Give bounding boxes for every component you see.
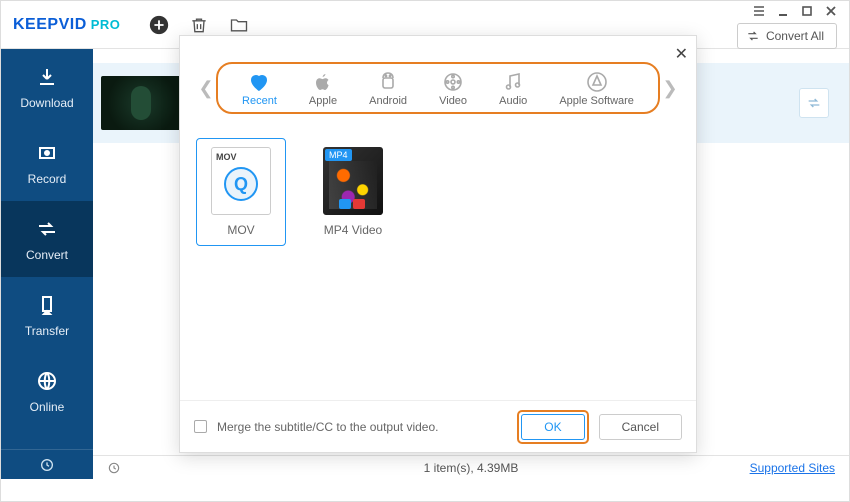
- toolbar-buttons: [148, 14, 250, 36]
- sidebar-item-label: Online: [30, 400, 65, 414]
- mov-thumb: Q: [211, 147, 271, 215]
- sidebar-item-online[interactable]: Online: [1, 353, 93, 429]
- category-recent[interactable]: Recent: [242, 70, 277, 107]
- audio-icon: [499, 70, 527, 94]
- format-mp4[interactable]: MP4 Video: [308, 138, 398, 246]
- menu-icon[interactable]: [751, 3, 767, 19]
- ok-highlight: OK: [517, 410, 588, 444]
- sidebar-item-record[interactable]: Record: [1, 125, 93, 201]
- apple-icon: [309, 70, 337, 94]
- format-grid: Q MOV MP4 Video: [196, 138, 680, 246]
- category-label: Apple Software: [559, 95, 634, 107]
- sidebar-item-label: Record: [28, 172, 67, 186]
- row-convert-button[interactable]: [799, 88, 829, 118]
- category-apple[interactable]: Apple: [309, 70, 337, 107]
- format-label: MOV: [227, 223, 254, 237]
- sidebar-item-label: Convert: [26, 248, 68, 262]
- supported-sites-link[interactable]: Supported Sites: [750, 461, 835, 475]
- merge-subtitle-checkbox[interactable]: [194, 420, 207, 433]
- format-label: MP4 Video: [324, 223, 382, 237]
- window-controls: [751, 3, 839, 19]
- modal-footer: Merge the subtitle/CC to the output vide…: [180, 400, 696, 452]
- carousel-prev-icon[interactable]: ❮: [196, 78, 216, 99]
- sidebar-footer: [1, 449, 93, 479]
- maximize-icon[interactable]: [799, 3, 815, 19]
- logo-text-2: PRO: [91, 17, 121, 32]
- format-modal: ✕ ❮ Recent Apple Android Video Audio: [179, 35, 697, 453]
- category-video[interactable]: Video: [439, 70, 467, 107]
- mp4-thumb: [323, 147, 383, 215]
- category-audio[interactable]: Audio: [499, 70, 527, 107]
- ok-button[interactable]: OK: [521, 414, 584, 440]
- category-label: Audio: [499, 95, 527, 107]
- close-icon[interactable]: [823, 3, 839, 19]
- status-bar: 1 item(s), 4.39MB Supported Sites: [93, 455, 849, 479]
- category-apple-software[interactable]: Apple Software: [559, 70, 634, 107]
- sidebar-item-transfer[interactable]: Transfer: [1, 277, 93, 353]
- merge-label: Merge the subtitle/CC to the output vide…: [217, 420, 438, 434]
- convert-all-icon: [746, 29, 760, 43]
- status-count: 1 item(s), 4.39MB: [424, 461, 519, 475]
- android-icon: [374, 70, 402, 94]
- video-icon: [439, 70, 467, 94]
- add-icon[interactable]: [148, 14, 170, 36]
- cancel-button[interactable]: Cancel: [599, 414, 682, 440]
- minimize-icon[interactable]: [775, 3, 791, 19]
- category-label: Video: [439, 95, 467, 107]
- format-mov[interactable]: Q MOV: [196, 138, 286, 246]
- quicktime-icon: Q: [224, 167, 258, 201]
- download-icon: [34, 64, 60, 90]
- logo-text-1: KEEPVID: [13, 16, 87, 34]
- sidebar-item-convert[interactable]: Convert: [1, 201, 93, 277]
- sidebar-item-label: Download: [20, 96, 73, 110]
- transfer-icon: [34, 292, 60, 318]
- trash-icon[interactable]: [188, 14, 210, 36]
- clock-icon[interactable]: [39, 457, 55, 473]
- category-label: Apple: [309, 95, 337, 107]
- carousel-next-icon[interactable]: ❯: [660, 78, 680, 99]
- category-carousel: ❮ Recent Apple Android Video Audio: [196, 62, 680, 114]
- sidebar-item-label: Transfer: [25, 324, 69, 338]
- video-thumbnail: [101, 76, 183, 130]
- record-icon: [34, 140, 60, 166]
- category-label: Android: [369, 95, 407, 107]
- category-android[interactable]: Android: [369, 70, 407, 107]
- category-rail: Recent Apple Android Video Audio Apple S…: [216, 62, 660, 114]
- convert-icon: [34, 216, 60, 242]
- convert-all-label: Convert All: [766, 29, 824, 43]
- online-icon: [34, 368, 60, 394]
- app-logo: KEEPVID PRO: [13, 16, 120, 34]
- appstore-icon: [583, 70, 611, 94]
- status-history-icon[interactable]: [107, 461, 121, 475]
- folder-icon[interactable]: [228, 14, 250, 36]
- 3d-glasses-icon: [339, 199, 365, 209]
- convert-all-button[interactable]: Convert All: [737, 23, 837, 49]
- sidebar-item-download[interactable]: Download: [1, 49, 93, 125]
- heart-icon: [245, 70, 273, 94]
- modal-close-icon[interactable]: ✕: [675, 44, 688, 64]
- sidebar: Download Record Convert Transfer Online: [1, 49, 93, 479]
- category-label: Recent: [242, 95, 277, 107]
